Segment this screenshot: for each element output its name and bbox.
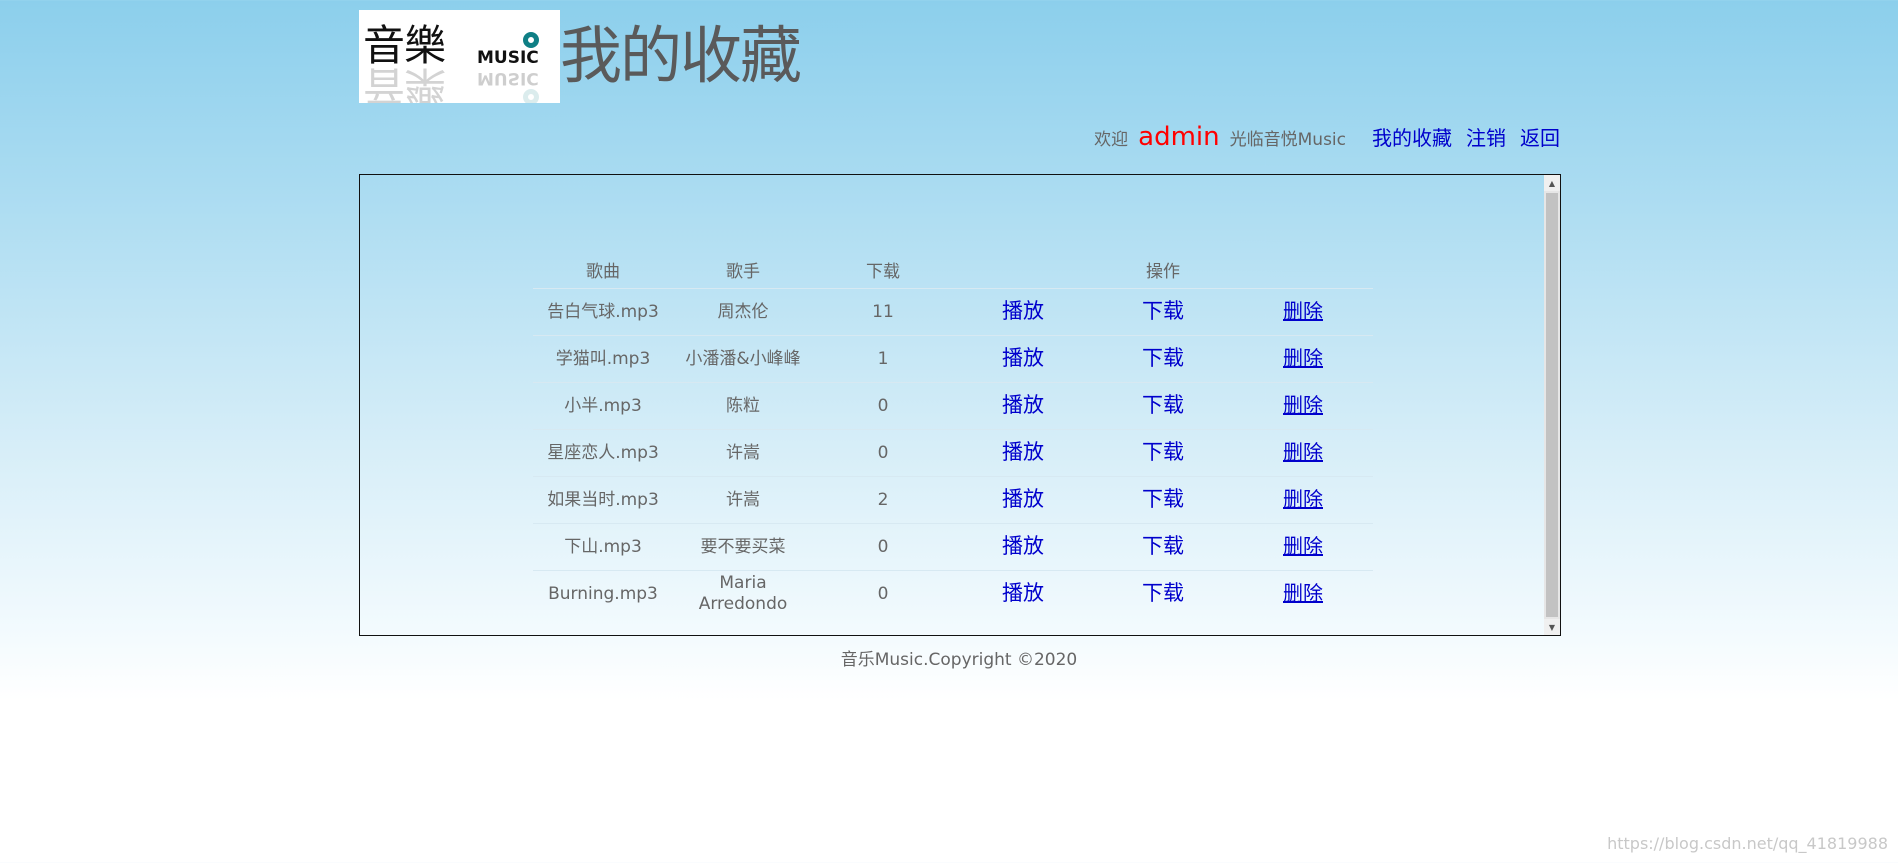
delete-link[interactable]: 删除 [1283,393,1323,417]
play-link-cell: 播放 [953,429,1093,477]
table-row: Burning.mp3 Maria Arredondo 0 播放 下载 删除 [533,570,1374,617]
singer-cell: 陈粒 [673,382,813,430]
header-singer: 歌手 [726,261,760,282]
play-link[interactable]: 播放 [1002,487,1044,511]
music-logo: 音樂 音樂 MUSIC MUSIC [359,10,560,103]
logo-en-reflection: MUSIC [477,68,539,88]
download-link[interactable]: 下载 [1142,534,1184,558]
download-count-cell: 0 [813,523,953,571]
singer-cell: 周杰伦 [673,288,813,336]
delete-link-cell: 删除 [1233,523,1374,571]
download-link[interactable]: 下载 [1142,346,1184,370]
song-name-cell: 学猫叫.mp3 [533,335,673,383]
header-downloads: 下载 [866,261,900,282]
song-name-cell: 如果当时.mp3 [533,476,673,524]
download-count-cell: 0 [813,570,953,617]
footer-copyright: 音乐Music.Copyright ©2020 [840,650,1078,670]
download-link-cell: 下载 [1093,429,1233,477]
vertical-scrollbar[interactable]: ▲ ▼ [1544,175,1560,635]
delete-link-cell: 删除 [1233,288,1374,336]
download-link-cell: 下载 [1093,570,1233,617]
singer-cell: 小潘潘&小峰峰 [673,335,813,383]
download-count-cell: 11 [813,288,953,336]
play-link[interactable]: 播放 [1002,581,1044,605]
download-count-cell: 2 [813,476,953,524]
delete-link[interactable]: 删除 [1283,581,1323,605]
nav-back[interactable]: 返回 [1520,122,1560,151]
delete-link[interactable]: 删除 [1283,487,1323,511]
logo-ring-icon [523,32,539,48]
singer-cell: Maria Arredondo [673,570,813,617]
play-link[interactable]: 播放 [1002,393,1044,417]
play-link[interactable]: 播放 [1002,346,1044,370]
scroll-thumb[interactable] [1546,193,1558,617]
delete-link[interactable]: 删除 [1283,440,1323,464]
header-song: 歌曲 [586,261,620,282]
favorites-panel: 歌曲 歌手 下载 操作 告白气球.mp3 周杰伦 11 播放 下载 删除 学猫叫.mp3 小潘… [359,174,1561,636]
download-link-cell: 下载 [1093,523,1233,571]
song-name-cell: 下山.mp3 [533,523,673,571]
play-link-cell: 播放 [953,570,1093,617]
download-count-cell: 0 [813,429,953,477]
delete-link[interactable]: 删除 [1283,534,1323,558]
welcome-text: 欢迎 [1094,130,1129,150]
page-title: 我的收藏 [560,19,802,92]
play-link-cell: 播放 [953,288,1093,336]
download-link[interactable]: 下载 [1142,393,1184,417]
download-link-cell: 下载 [1093,382,1233,430]
download-count-cell: 1 [813,335,953,383]
singer-cell: 要不要买菜 [673,523,813,571]
welcome-suffix: 光临音悦Music [1229,130,1346,150]
song-name-cell: 星座恋人.mp3 [533,429,673,477]
table-row: 学猫叫.mp3 小潘潘&小峰峰 1 播放 下载 删除 [533,335,1374,383]
delete-link-cell: 删除 [1233,570,1374,617]
logo-ring-reflection-icon [523,89,539,103]
play-link-cell: 播放 [953,523,1093,571]
watermark: https://blog.csdn.net/qq_41819988 [1607,834,1888,853]
play-link[interactable]: 播放 [1002,534,1044,558]
song-name-cell: 小半.mp3 [533,382,673,430]
download-link[interactable]: 下载 [1142,487,1184,511]
table-header-row: 歌曲 歌手 下载 操作 [533,250,1373,289]
singer-cell: 许嵩 [673,476,813,524]
delete-link-cell: 删除 [1233,335,1374,383]
song-name-cell: 告白气球.mp3 [533,288,673,336]
song-name-cell: Burning.mp3 [533,570,673,617]
nav-my-favorites[interactable]: 我的收藏 [1372,122,1452,151]
delete-link[interactable]: 删除 [1283,299,1323,323]
play-link-cell: 播放 [953,476,1093,524]
username: admin [1138,122,1220,152]
table-row: 小半.mp3 陈粒 0 播放 下载 删除 [533,382,1374,430]
download-link-cell: 下载 [1093,476,1233,524]
delete-link-cell: 删除 [1233,476,1374,524]
logo-cn-reflection: 音樂 [363,62,446,103]
scroll-up-arrow-icon[interactable]: ▲ [1544,175,1560,191]
download-link[interactable]: 下载 [1142,581,1184,605]
play-link[interactable]: 播放 [1002,440,1044,464]
nav-logout[interactable]: 注销 [1466,122,1506,151]
table-body: 告白气球.mp3 周杰伦 11 播放 下载 删除 学猫叫.mp3 小潘潘&小峰峰 1 播放 下载 删除… [533,288,1374,617]
favorites-table: 歌曲 歌手 下载 操作 告白气球.mp3 周杰伦 11 播放 下载 删除 学猫叫.mp3 小潘… [533,250,1374,617]
play-link-cell: 播放 [953,335,1093,383]
singer-cell: 许嵩 [673,429,813,477]
download-link-cell: 下载 [1093,335,1233,383]
logo-en-text: MUSIC [477,48,539,68]
table-row: 星座恋人.mp3 许嵩 0 播放 下载 删除 [533,429,1374,477]
delete-link-cell: 删除 [1233,429,1374,477]
delete-link-cell: 删除 [1233,382,1374,430]
delete-link[interactable]: 删除 [1283,346,1323,370]
download-count-cell: 0 [813,382,953,430]
play-link[interactable]: 播放 [1002,299,1044,323]
table-row: 告白气球.mp3 周杰伦 11 播放 下载 删除 [533,288,1374,336]
download-link-cell: 下载 [1093,288,1233,336]
download-link[interactable]: 下载 [1142,299,1184,323]
download-link[interactable]: 下载 [1142,440,1184,464]
play-link-cell: 播放 [953,382,1093,430]
scroll-down-arrow-icon[interactable]: ▼ [1544,619,1560,635]
table-row: 如果当时.mp3 许嵩 2 播放 下载 删除 [533,476,1374,524]
user-bar: 欢迎 admin 光临音悦Music 我的收藏 注销 返回 [1094,122,1560,152]
header-actions: 操作 [1146,261,1180,282]
table-row: 下山.mp3 要不要买菜 0 播放 下载 删除 [533,523,1374,571]
